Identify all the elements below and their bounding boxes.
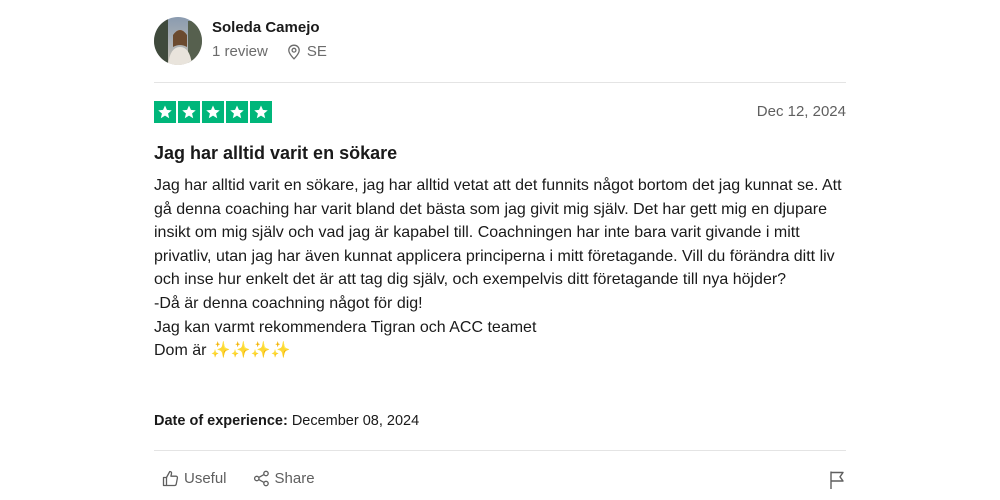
thumbs-up-icon — [162, 470, 179, 487]
star-icon — [154, 101, 176, 123]
review-title[interactable]: Jag har alltid varit en sökare — [154, 143, 397, 164]
star-icon — [250, 101, 272, 123]
share-button[interactable]: Share — [253, 470, 315, 487]
review-line: Dom är ✨✨✨✨ — [154, 339, 846, 363]
star-rating — [154, 101, 274, 123]
useful-button[interactable]: Useful — [162, 470, 227, 487]
avatar[interactable] — [154, 17, 202, 65]
review-paragraph: Jag har alltid varit en sökare, jag har … — [154, 177, 842, 289]
experience-label: Date of experience: — [154, 413, 288, 429]
divider — [154, 450, 846, 451]
review-count: 1 review — [212, 43, 268, 60]
divider — [154, 82, 846, 83]
reviewer-meta: 1 review SE — [212, 43, 327, 60]
review-actions: Useful Share — [162, 470, 341, 487]
share-label: Share — [274, 470, 315, 487]
review-date: Dec 12, 2024 — [756, 103, 846, 120]
star-icon — [226, 101, 248, 123]
review-line: -Då är denna coachning något för dig! — [154, 294, 423, 312]
flag-icon[interactable] — [828, 470, 846, 490]
share-icon — [253, 470, 269, 487]
sparkles-emoji: ✨✨✨✨ — [210, 342, 291, 360]
reviewer-country: SE — [306, 43, 327, 60]
reviewer-name[interactable]: Soleda Camejo — [212, 18, 327, 38]
date-of-experience: Date of experience: December 08, 2024 — [154, 413, 419, 429]
star-icon — [202, 101, 224, 123]
reviewer-header: Soleda Camejo 1 review SE — [154, 16, 327, 66]
useful-label: Useful — [184, 470, 227, 487]
review-card: Soleda Camejo 1 review SE Dec 12, 2024 J… — [154, 0, 846, 500]
reviewer-info: Soleda Camejo 1 review SE — [212, 19, 327, 60]
star-icon — [178, 101, 200, 123]
review-line: Jag kan varmt rekommendera Tigran och AC… — [154, 318, 537, 336]
review-body: Jag har alltid varit en sökare, jag har … — [154, 174, 846, 363]
experience-date: December 08, 2024 — [291, 413, 420, 429]
review-line-text: Dom är — [154, 342, 211, 360]
location-pin-icon — [288, 44, 300, 60]
